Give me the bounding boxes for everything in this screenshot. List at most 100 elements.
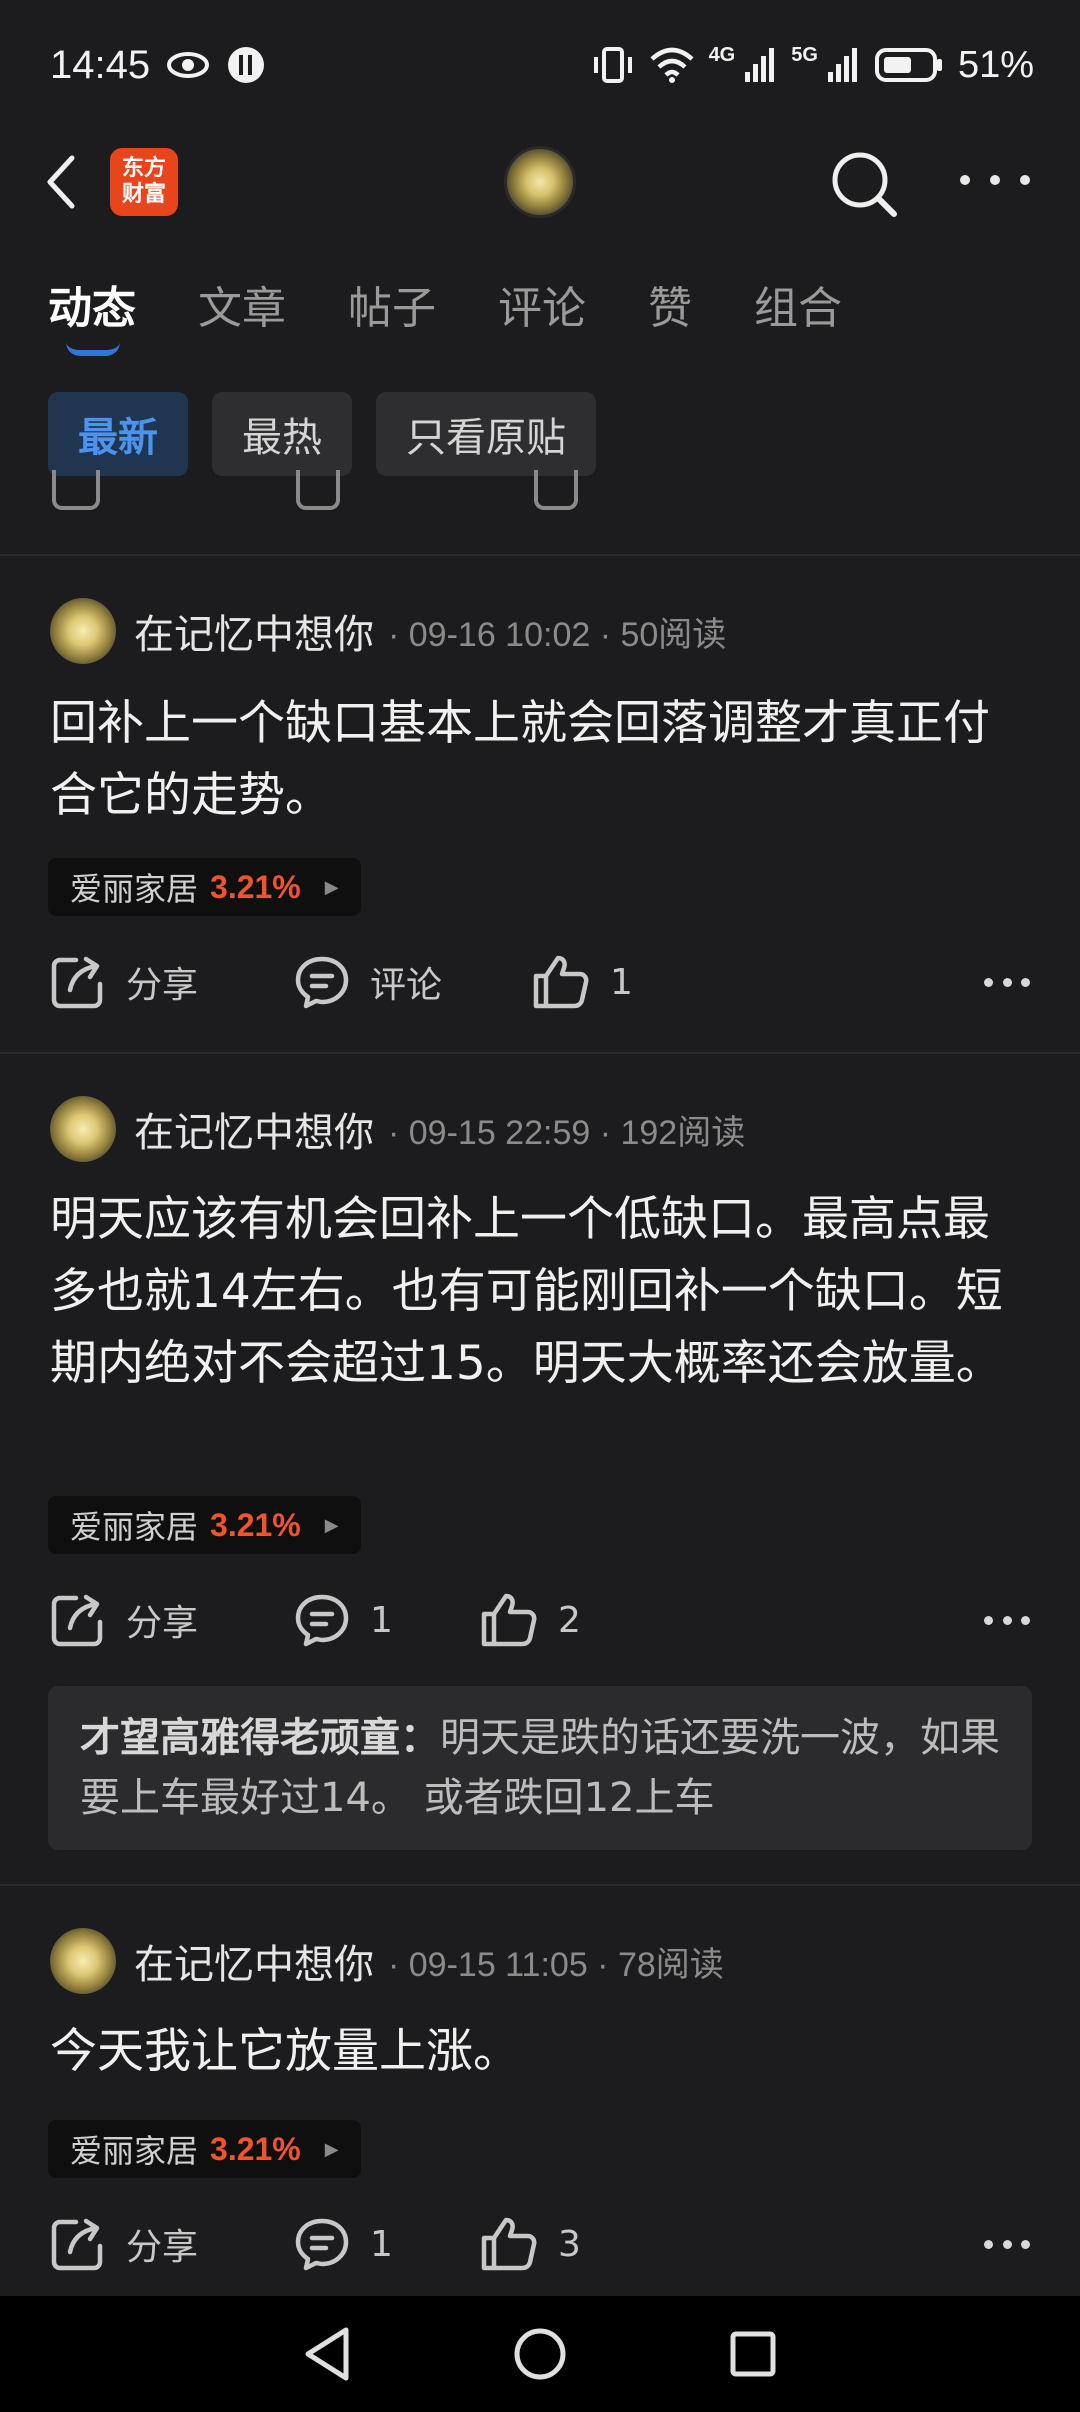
post-header: 在记忆中想你 · 09-15 22:59 · 192阅读 — [50, 1096, 745, 1162]
avatar[interactable] — [50, 598, 116, 664]
tab-likes[interactable]: 赞 — [648, 272, 692, 336]
more-icon — [984, 1616, 993, 1625]
stock-tag[interactable]: 爱丽家居 3.21% ▶ — [48, 858, 361, 916]
search-button[interactable] — [828, 148, 900, 220]
active-tab-indicator — [66, 342, 120, 356]
post-meta: · 09-15 22:59 · 192阅读 — [388, 1113, 746, 1152]
system-nav-bar — [0, 2296, 1080, 2412]
stock-tag[interactable]: 爱丽家居 3.21% ▶ — [48, 1496, 361, 1554]
like-icon — [481, 1593, 537, 1647]
app-logo[interactable]: 东方 财富 — [110, 148, 178, 216]
stock-name: 爱丽家居 — [70, 1508, 199, 1546]
logo-line-1: 东方 — [121, 156, 166, 181]
comment-label: 评论 — [370, 965, 443, 1006]
post-more-button[interactable] — [984, 2240, 1030, 2250]
nav-home-button[interactable] — [505, 2319, 575, 2389]
play-arrow-icon: ▶ — [324, 2138, 339, 2160]
comment-icon — [295, 2218, 349, 2271]
signal-icon — [827, 48, 857, 82]
tab-articles[interactable]: 文章 — [198, 272, 286, 336]
author-name[interactable]: 在记忆中想你 — [134, 1100, 374, 1158]
previous-post-actions-partial — [0, 470, 1080, 556]
stock-name: 爱丽家居 — [70, 2132, 199, 2170]
play-arrow-icon: ▶ — [324, 876, 339, 898]
nav-recents-icon — [730, 2331, 776, 2377]
share-label: 分享 — [126, 1603, 199, 1644]
share-label: 分享 — [126, 2227, 199, 2268]
back-button[interactable] — [44, 152, 84, 212]
vibrate-icon — [593, 47, 632, 83]
share-button[interactable]: 分享 — [50, 2216, 198, 2272]
stock-name: 爱丽家居 — [70, 870, 199, 908]
author-name[interactable]: 在记忆中想你 — [134, 1932, 374, 1990]
post-actions: 分享 评论 1 — [50, 948, 1030, 1018]
nav-back-button[interactable] — [292, 2319, 362, 2389]
share-icon — [51, 2218, 103, 2271]
comment-count: 1 — [370, 2223, 393, 2265]
back-icon — [47, 155, 75, 209]
post-card[interactable]: 在记忆中想你 · 09-15 22:59 · 192阅读 明天应该有机会回补上一… — [0, 1054, 1080, 1886]
reply-preview[interactable]: 才望高雅得老顽童：明天是跌的话还要洗一波，如果要上车最好过14。 或者跌回12上… — [48, 1686, 1032, 1850]
avatar[interactable] — [50, 1928, 116, 1994]
logo-line-2: 财富 — [121, 182, 166, 207]
status-right: 4G 5G 51% — [591, 44, 1034, 87]
eye-icon — [167, 52, 210, 78]
comment-button[interactable]: 1 — [294, 1592, 393, 1648]
post-actions: 分享 1 2 — [50, 1586, 1030, 1656]
more-icon — [984, 2240, 993, 2249]
like-button[interactable]: 1 — [532, 954, 633, 1010]
post-header: 在记忆中想你 · 09-16 10:02 · 50阅读 — [50, 598, 726, 664]
post-text[interactable]: 回补上一个缺口基本上就会回落调整才真正付合它的走势。 — [50, 688, 1030, 832]
comment-button[interactable]: 1 — [294, 2216, 393, 2272]
post-text[interactable]: 明天应该有机会回补上一个低缺口。最高点最多也就14左右。也有可能刚回补一个缺口。… — [50, 1184, 1030, 1400]
top-header: 东方 财富 — [0, 130, 1080, 234]
stock-tag[interactable]: 爱丽家居 3.21% ▶ — [48, 2120, 361, 2178]
more-icon — [960, 175, 970, 185]
status-time: 14:45 — [50, 42, 151, 87]
filter-hottest[interactable]: 最热 — [212, 392, 352, 476]
comment-icon — [295, 956, 349, 1009]
stock-change: 3.21% — [210, 1506, 301, 1543]
signal-icon — [745, 48, 775, 82]
status-bar: 14:45 4G 5G 51% — [0, 0, 1080, 130]
post-card[interactable]: 在记忆中想你 · 09-16 10:02 · 50阅读 回补上一个缺口基本上就会… — [0, 556, 1080, 1054]
post-text[interactable]: 今天我让它放量上涨。 — [50, 2016, 1030, 2088]
post-more-button[interactable] — [984, 1616, 1030, 1626]
post-actions: 分享 1 3 — [50, 2210, 1030, 2280]
post-meta: · 09-15 11:05 · 78阅读 — [388, 1945, 724, 1984]
share-icon — [51, 1594, 103, 1647]
post-card[interactable]: 在记忆中想你 · 09-15 11:05 · 78阅读 今天我让它放量上涨。 爱… — [0, 1886, 1080, 2296]
post-more-button[interactable] — [984, 978, 1030, 988]
tab-dynamics[interactable]: 动态 — [48, 272, 136, 356]
nav-recents-button[interactable] — [718, 2319, 788, 2389]
share-button[interactable]: 分享 — [50, 1592, 198, 1648]
like-count: 3 — [558, 2223, 581, 2265]
like-button[interactable]: 2 — [480, 1592, 581, 1648]
tab-portfolio[interactable]: 组合 — [754, 272, 842, 336]
tab-comments[interactable]: 评论 — [498, 272, 586, 336]
share-icon — [51, 956, 103, 1009]
author-name[interactable]: 在记忆中想你 — [134, 602, 374, 660]
network-5g-label: 5G — [791, 43, 818, 66]
sort-filters: 最新 最热 只看原贴 — [48, 392, 596, 476]
nav-home-icon — [514, 2328, 566, 2380]
comment-count: 1 — [370, 1599, 393, 1641]
like-icon — [533, 955, 589, 1009]
filter-original-only[interactable]: 只看原贴 — [376, 392, 596, 476]
more-button[interactable] — [960, 160, 1030, 200]
post-header: 在记忆中想你 · 09-15 11:05 · 78阅读 — [50, 1928, 724, 1994]
comment-button[interactable]: 评论 — [294, 954, 442, 1010]
share-button[interactable]: 分享 — [50, 954, 198, 1010]
avatar[interactable] — [50, 1096, 116, 1162]
tab-posts[interactable]: 帖子 — [348, 272, 436, 336]
profile-avatar[interactable] — [504, 146, 576, 218]
filter-latest[interactable]: 最新 — [48, 392, 188, 476]
like-icon — [481, 2217, 537, 2271]
like-button[interactable]: 3 — [480, 2216, 581, 2272]
comment-icon — [295, 1594, 349, 1647]
status-left: 14:45 — [50, 43, 266, 88]
post-meta: · 09-16 10:02 · 50阅读 — [388, 615, 727, 654]
wifi-icon — [650, 47, 694, 83]
share-label: 分享 — [126, 965, 199, 1006]
reply-author[interactable]: 才望高雅得老顽童： — [80, 1715, 440, 1761]
